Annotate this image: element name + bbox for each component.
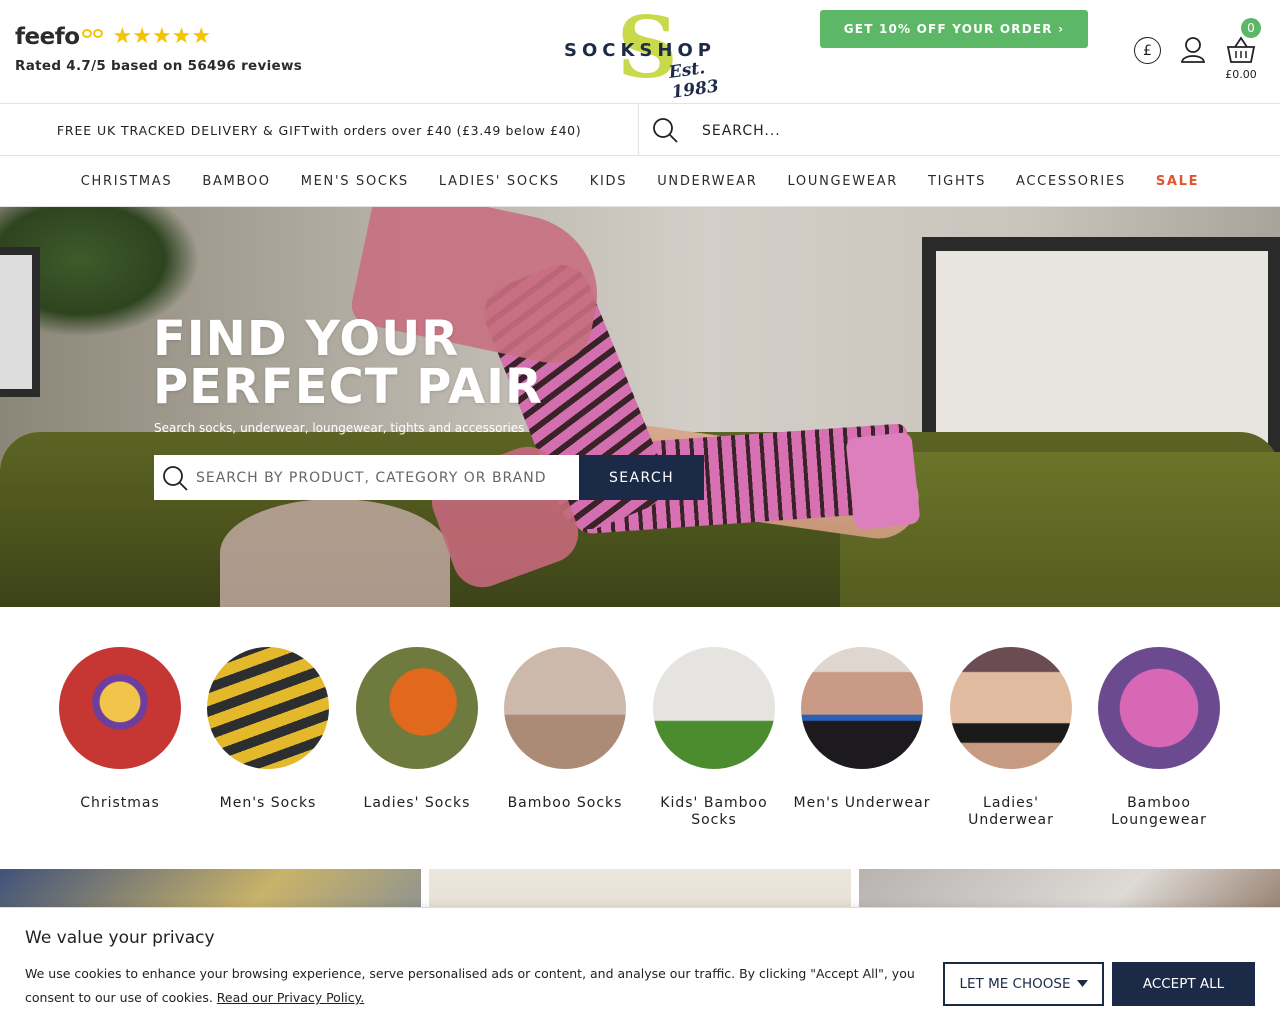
category-ladies-underwear[interactable]: Ladies' Underwear: [941, 647, 1081, 829]
category-mens-socks[interactable]: Men's Socks: [198, 647, 338, 812]
delivery-search-bar: FREE UK TRACKED DELIVERY & GIFT with ord…: [0, 104, 1280, 156]
caret-down-icon: [1076, 980, 1088, 987]
category-label: Kids' Bamboo Socks: [660, 795, 768, 828]
cookie-text: We use cookies to enhance your browsing …: [25, 962, 930, 1010]
let-me-choose-label: LET ME CHOOSE: [959, 976, 1071, 992]
hero-search-button[interactable]: SEARCH: [579, 455, 704, 500]
rating-summary: Rated 4.7/5 based on 56496 reviews: [15, 58, 303, 74]
currency-icon[interactable]: £: [1134, 37, 1161, 64]
nav-kids[interactable]: KIDS: [590, 174, 627, 189]
let-me-choose-button[interactable]: LET ME CHOOSE: [943, 962, 1104, 1006]
hero-photo-cushion: [220, 499, 450, 607]
site-header: feefo ★★★★★ Rated 4.7/5 based on 56496 r…: [0, 0, 1280, 104]
category-label: Men's Socks: [219, 795, 317, 811]
category-ladies-socks[interactable]: Ladies' Socks: [347, 647, 487, 812]
category-label: Men's Underwear: [793, 795, 931, 811]
cookie-title: We value your privacy: [25, 928, 215, 948]
nav-bamboo[interactable]: BAMBOO: [202, 174, 270, 189]
hero-subtitle: Search socks, underwear, loungewear, tig…: [154, 421, 525, 435]
cookie-body: We use cookies to enhance your browsing …: [25, 966, 915, 1005]
category-image: [950, 647, 1072, 769]
nav-tights[interactable]: TIGHTS: [928, 174, 986, 189]
logo-wordmark: SOCKSHOP: [564, 40, 716, 61]
nav-accessories[interactable]: ACCESSORIES: [1016, 174, 1126, 189]
nav-underwear[interactable]: UNDERWEAR: [657, 174, 757, 189]
main-nav: CHRISTMAS BAMBOO MEN'S SOCKS LADIES' SOC…: [0, 156, 1280, 207]
feefo-rating-widget[interactable]: feefo ★★★★★ Rated 4.7/5 based on 56496 r…: [15, 24, 302, 74]
cookie-consent-bar: We value your privacy We use cookies to …: [0, 907, 1280, 1024]
privacy-policy-link[interactable]: Read our Privacy Policy.: [217, 990, 364, 1005]
rating-stars-icon: ★★★★★: [112, 24, 212, 49]
feefo-eyes-icon: [81, 28, 103, 38]
search-icon[interactable]: [652, 117, 678, 143]
basket-count-badge: 0: [1241, 18, 1261, 38]
category-image: [801, 647, 923, 769]
hero-search-input[interactable]: [196, 463, 571, 493]
category-image: [59, 647, 181, 769]
nav-loungewear[interactable]: LOUNGEWEAR: [787, 174, 898, 189]
category-image: [1098, 647, 1220, 769]
category-mens-underwear[interactable]: Men's Underwear: [792, 647, 932, 812]
accept-all-button[interactable]: ACCEPT ALL: [1112, 962, 1255, 1006]
category-image: [504, 647, 626, 769]
hero-photo-frame-left: [0, 247, 40, 397]
category-label: Ladies' Underwear: [968, 795, 1054, 828]
nav-mens-socks[interactable]: MEN'S SOCKS: [301, 174, 409, 189]
logo-est: Est. 1983: [667, 58, 721, 103]
hero-title-line-1: FIND YOUR: [153, 311, 460, 367]
discount-promo-button[interactable]: GET 10% OFF YOUR ORDER ›: [820, 10, 1088, 48]
category-carousel: Christmas Men's Socks Ladies' Socks Bamb…: [0, 607, 1280, 869]
hero-photo-frame: [922, 237, 1280, 457]
account-icon[interactable]: [1180, 36, 1206, 64]
sockshop-logo[interactable]: S SOCKSHOP Est. 1983: [562, 6, 742, 103]
hero-title-line-2: PERFECT PAIR: [153, 359, 543, 415]
delivery-highlight: FREE UK TRACKED DELIVERY & GIFT: [56, 122, 311, 138]
hero-title: FIND YOUR PERFECT PAIR: [153, 315, 543, 411]
category-image: [356, 647, 478, 769]
header-search-input[interactable]: [702, 117, 1262, 145]
hero-search-box: [154, 455, 579, 500]
category-kids-bamboo-socks[interactable]: Kids' Bamboo Socks: [644, 647, 784, 829]
search-icon: [163, 466, 188, 491]
hero-banner: FIND YOUR PERFECT PAIR Search socks, und…: [0, 207, 1280, 607]
basket-icon[interactable]: [1226, 36, 1256, 64]
category-bamboo-socks[interactable]: Bamboo Socks: [495, 647, 635, 812]
nav-sale[interactable]: SALE: [1156, 174, 1199, 189]
header-search: [640, 104, 1280, 156]
currency-symbol: £: [1143, 42, 1152, 59]
category-image: [207, 647, 329, 769]
delivery-banner[interactable]: FREE UK TRACKED DELIVERY & GIFT with ord…: [0, 104, 639, 156]
category-label: Ladies' Socks: [363, 795, 471, 811]
delivery-detail: with orders over £40 (£3.49 below £40): [310, 122, 582, 138]
category-label: Bamboo Loungewear: [1111, 795, 1207, 828]
category-label: Bamboo Socks: [507, 795, 623, 811]
basket-total: £0.00: [1225, 68, 1257, 81]
category-bamboo-loungewear[interactable]: Bamboo Loungewear: [1089, 647, 1229, 829]
category-image: [653, 647, 775, 769]
nav-christmas[interactable]: CHRISTMAS: [81, 174, 173, 189]
nav-ladies-socks[interactable]: LADIES' SOCKS: [439, 174, 560, 189]
category-christmas[interactable]: Christmas: [50, 647, 190, 812]
feefo-logo: feefo: [15, 24, 80, 50]
category-label: Christmas: [80, 795, 160, 811]
hero-photo-sock-cuff: [845, 431, 921, 531]
